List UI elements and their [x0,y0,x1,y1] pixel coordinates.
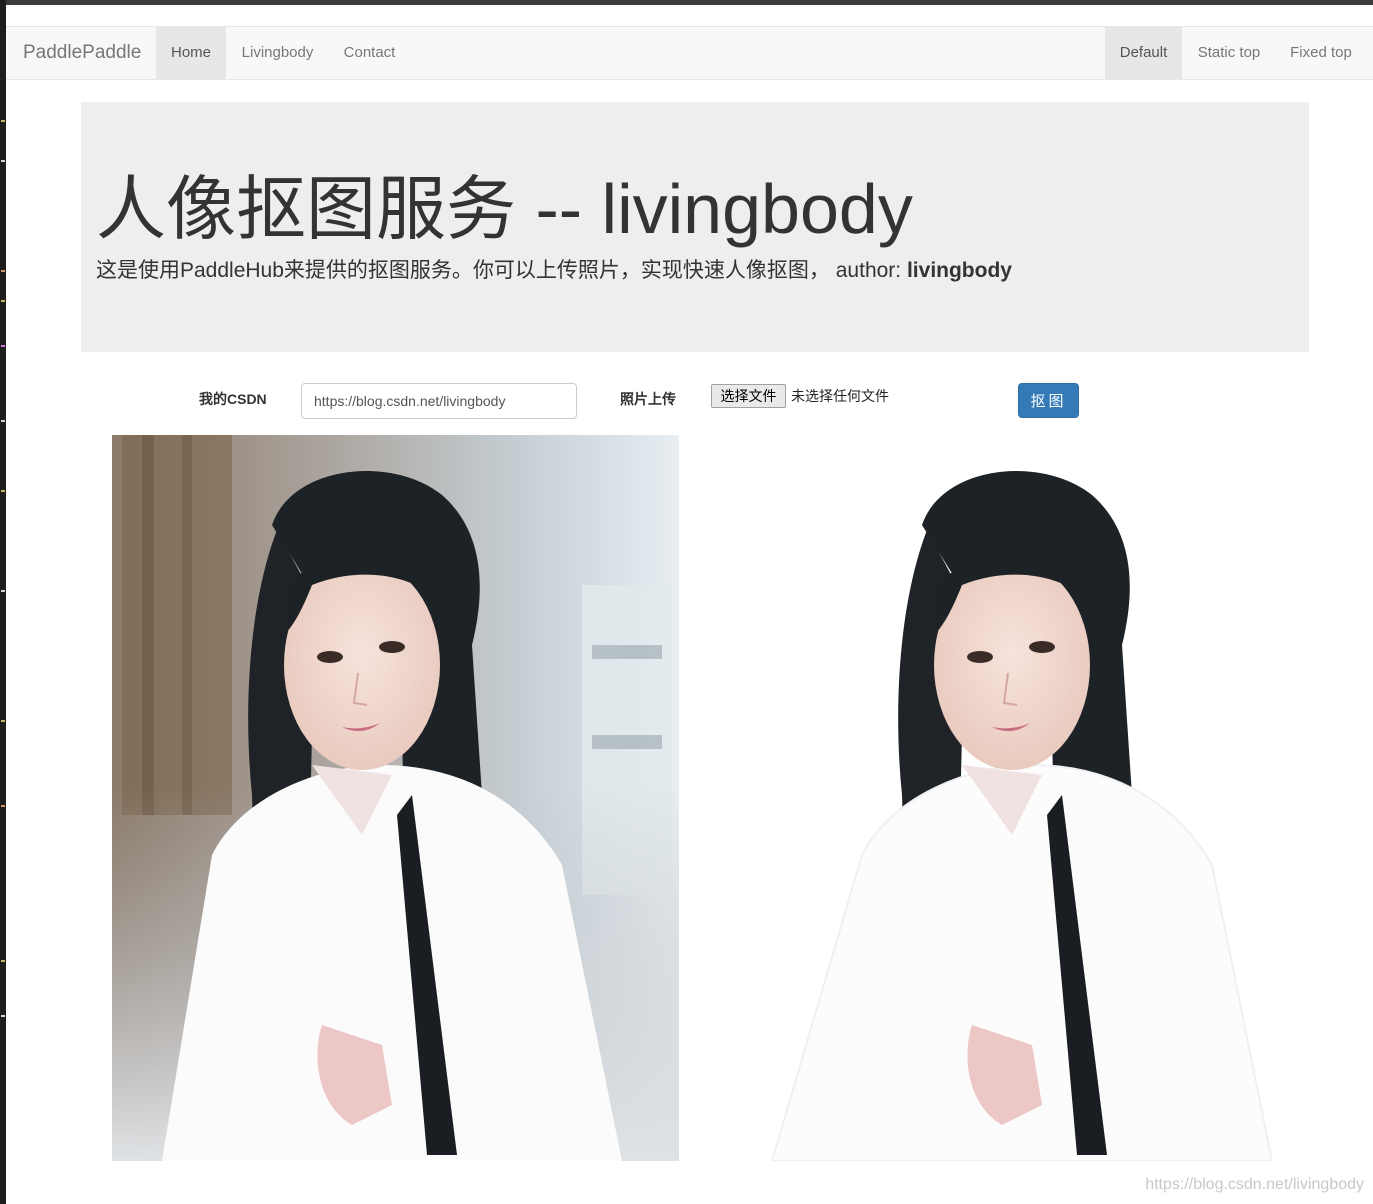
navbar-brand[interactable]: PaddlePaddle [23,27,141,79]
choose-file-button[interactable]: 选择文件 [711,384,786,408]
matting-submit-button[interactable]: 抠图 [1018,383,1079,418]
nav-item-fixed-top[interactable]: Fixed top [1276,27,1366,79]
nav-item-livingbody[interactable]: Livingbody [226,27,329,79]
page-title: 人像抠图服务 -- livingbody [96,170,913,248]
page-lead: 这是使用PaddleHub来提供的抠图服务。你可以上传照片，实现快速人像抠图， … [96,256,1012,286]
nav-item-contact[interactable]: Contact [329,27,410,79]
nav-item-home[interactable]: Home [156,27,226,79]
window-top-border [0,0,1373,5]
original-portrait-image [112,435,679,1161]
side-editor-strip [0,0,6,1204]
author-name: livingbody [906,259,1012,282]
upload-label: 照片上传 [620,391,676,407]
file-status-text: 未选择任何文件 [791,388,889,404]
csdn-url-input[interactable] [301,383,577,419]
nav-item-default[interactable]: Default [1105,27,1182,79]
matting-result-image [712,435,1312,1161]
top-navbar: PaddlePaddle Home Livingbody Contact Def… [6,26,1373,80]
portrait-photo-icon [112,435,679,1161]
jumbotron: 人像抠图服务 -- livingbody 这是使用PaddleHub来提供的抠图… [81,102,1309,352]
csdn-label: 我的CSDN [199,391,267,407]
lead-text: 这是使用PaddleHub来提供的抠图服务。你可以上传照片，实现快速人像抠图， … [96,259,907,282]
nav-item-static-top[interactable]: Static top [1182,27,1276,79]
portrait-cutout-icon [712,435,1312,1161]
watermark-text: https://blog.csdn.net/livingbody [1145,1176,1364,1193]
